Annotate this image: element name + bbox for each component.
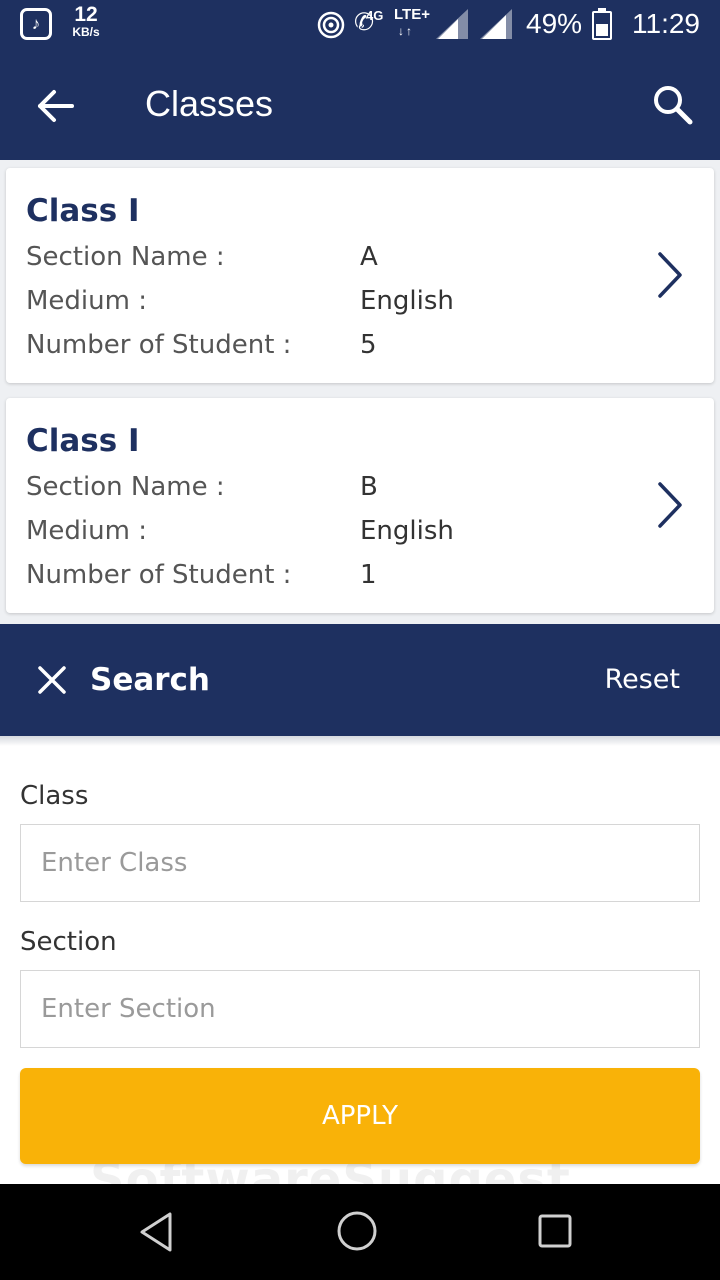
signal-strength-icon [436,9,468,39]
status-bar: ♪ 12 KB/s ✆ 4G LTE+ ↓↑ 49% 11:29 [0,0,720,48]
section-label: Section Name : [26,472,225,502]
students-row: Number of Student : 5 [26,327,626,363]
medium-value: English [360,516,454,546]
section-row: Section Name : B [26,469,626,505]
nav-back-icon[interactable] [136,1210,176,1254]
network-speed-value: 12 [74,3,98,26]
network-speed: 12 KB/s [66,4,106,39]
class-card[interactable]: Class I Section Name : A Medium : Englis… [6,168,714,383]
search-button[interactable] [648,80,696,128]
section-field-label: Section [20,927,117,957]
students-label: Number of Student : [26,330,292,360]
section-input[interactable] [20,970,700,1048]
panel-divider [0,736,720,746]
system-nav-bar [0,1184,720,1280]
chevron-right-icon[interactable] [652,478,686,532]
chevron-right-icon[interactable] [652,248,686,302]
class-title: Class I [26,193,140,229]
reset-button[interactable]: Reset [590,662,700,698]
students-value: 5 [360,330,377,360]
students-row: Number of Student : 1 [26,557,626,593]
medium-label: Medium : [26,516,147,546]
search-panel-title: Search [90,662,211,698]
signal-strength-icon [480,9,512,39]
battery-icon [592,8,612,40]
network-lte-label: LTE+ [394,6,430,23]
arrow-back-icon [38,90,74,122]
class-field-label: Class [20,781,89,811]
network-speed-unit: KB/s [72,25,100,39]
section-value: B [360,472,378,502]
class-card[interactable]: Class I Section Name : B Medium : Englis… [6,398,714,613]
class-title: Class I [26,423,140,459]
class-list: Class I Section Name : A Medium : Englis… [0,160,720,624]
search-panel-header: Search Reset [0,624,720,736]
network-4g-label: 4G [366,8,384,23]
back-button[interactable] [32,82,80,130]
data-activity-icon: ↓↑ [398,24,414,38]
saavn-icon: ♪ [20,8,52,40]
medium-value: English [360,286,454,316]
medium-row: Medium : English [26,283,626,319]
page-title: Classes [145,83,274,124]
class-input[interactable] [20,824,700,902]
students-value: 1 [360,560,377,590]
apply-button[interactable]: APPLY [20,1068,700,1164]
app-bar: Classes [0,48,720,160]
hotspot-icon [317,11,345,39]
battery-percent: 49% [526,8,583,39]
clock: 11:29 [632,8,700,39]
medium-label: Medium : [26,286,147,316]
search-icon [654,86,693,125]
close-icon [38,666,66,694]
close-search-button[interactable] [32,660,72,700]
students-label: Number of Student : [26,560,292,590]
section-value: A [360,242,378,272]
medium-row: Medium : English [26,513,626,549]
nav-home-icon[interactable] [334,1208,380,1254]
nav-recents-icon[interactable] [536,1212,574,1250]
section-label: Section Name : [26,242,225,272]
section-row: Section Name : A [26,239,626,275]
